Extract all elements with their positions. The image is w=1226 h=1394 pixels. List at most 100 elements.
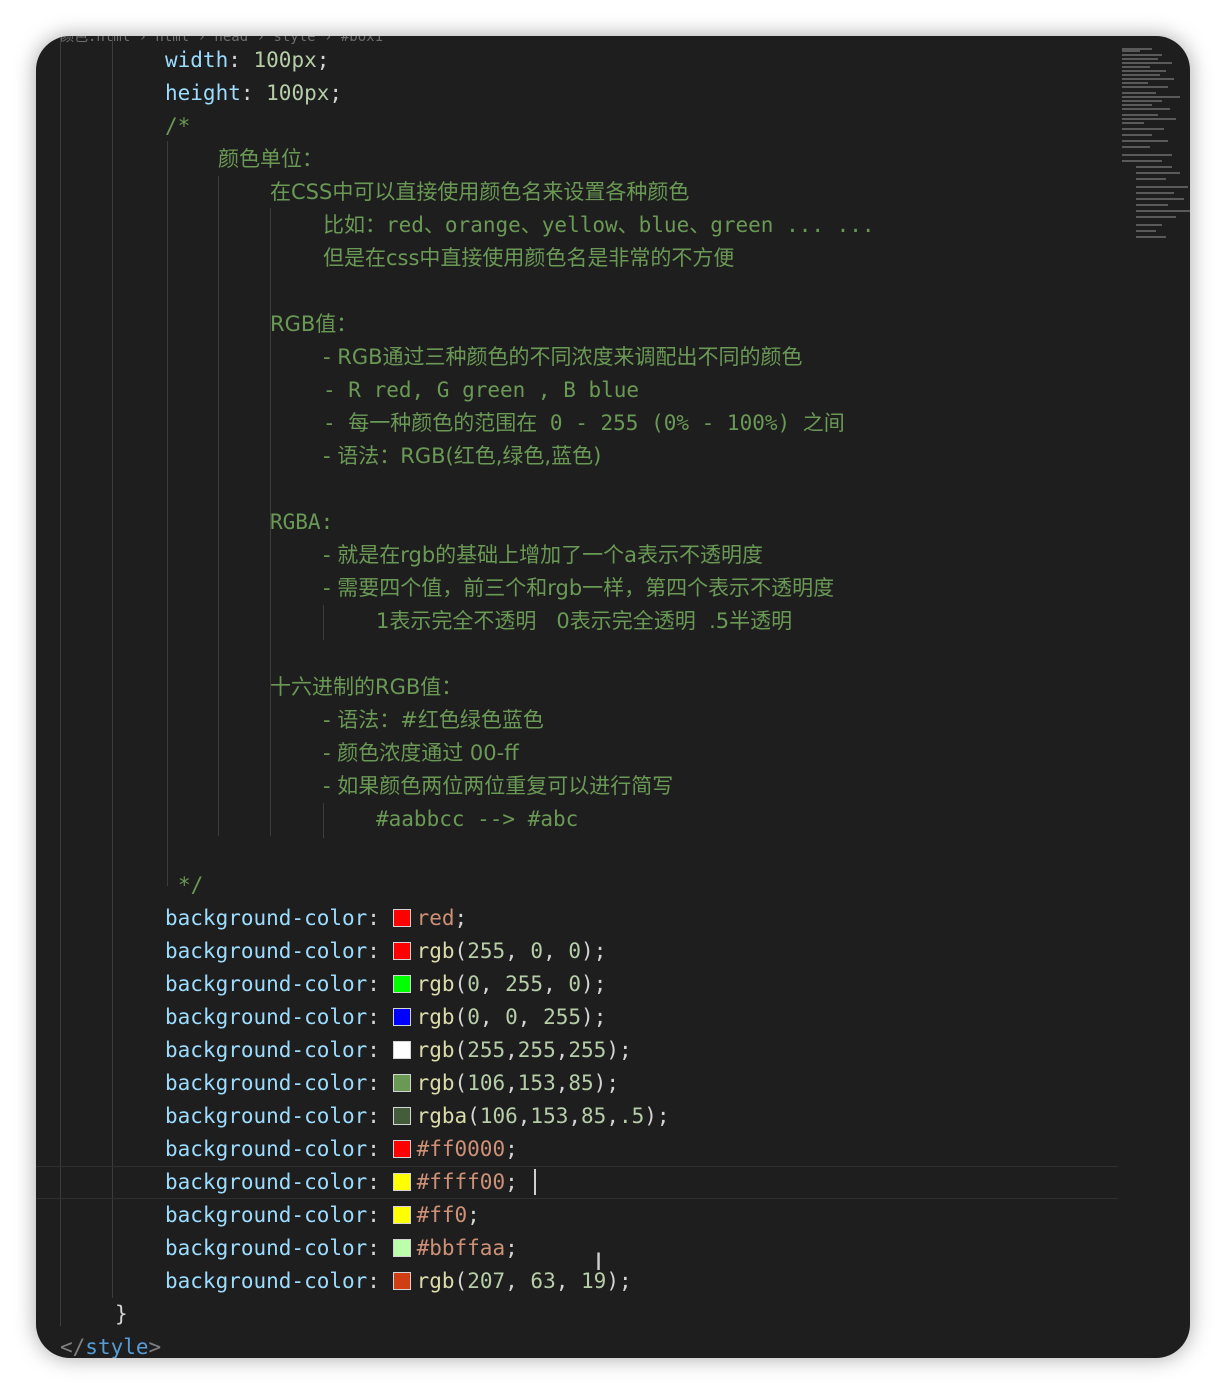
minimap-line — [1122, 100, 1162, 102]
color-swatch[interactable] — [392, 1074, 411, 1092]
color-function: rgb — [416, 939, 455, 963]
background-color-declaration: background-color: rgb(255, 0, 0); — [165, 939, 607, 963]
color-value: #bbffaa — [416, 1236, 506, 1260]
comment-line: - 就是在rgb的基础上增加了一个a表示不透明度 — [323, 543, 764, 567]
property-name: background-color — [165, 1071, 368, 1095]
background-color-declaration: background-color: #bbffaa; — [165, 1236, 518, 1260]
code-editor-window: 颜色.html › html › head › style › #box1 wi… — [36, 36, 1190, 1358]
property-name: background-color — [165, 972, 368, 996]
color-args: (0, 255, 0) — [454, 972, 594, 996]
minimap-line — [1136, 224, 1162, 226]
property-name: background-color — [165, 1104, 368, 1128]
minimap-line — [1136, 230, 1156, 232]
color-args: (106,153,85,.5) — [467, 1104, 657, 1128]
color-swatch[interactable] — [392, 1008, 411, 1026]
comment-line: - RGB通过三种颜色的不同浓度来调配出不同的颜色 — [323, 345, 803, 369]
color-swatch[interactable] — [392, 1206, 411, 1224]
minimap-line — [1122, 74, 1160, 76]
property-name: background-color — [165, 1170, 368, 1194]
color-swatch[interactable] — [392, 1107, 411, 1125]
color-function: rgb — [416, 972, 455, 996]
property-name: background-color — [165, 1269, 368, 1293]
minimap-line — [1136, 210, 1190, 212]
comment-line: 1表示完全不透明 0表示完全透明 .5半透明 — [376, 609, 793, 633]
property-name: background-color — [165, 1203, 368, 1227]
comment-line: - 语法：RGB(红色,绿色,蓝色) — [323, 444, 602, 468]
color-value: #ff0000 — [416, 1137, 506, 1161]
comment-line: - 语法：#红色绿色蓝色 — [323, 708, 544, 732]
color-swatch[interactable] — [392, 942, 411, 960]
color-value: #ff0 — [416, 1203, 468, 1227]
minimap[interactable] — [1118, 44, 1190, 244]
comment-line: 但是在css中直接使用颜色名是非常的不方便 — [323, 246, 735, 270]
minimap-line — [1122, 154, 1172, 156]
minimap-line — [1136, 166, 1172, 168]
minimap-line — [1136, 192, 1174, 194]
minimap-line — [1122, 54, 1162, 56]
minimap-line — [1136, 178, 1166, 180]
background-color-declaration: background-color: #ff0; — [165, 1203, 480, 1227]
comment-close: */ — [178, 873, 204, 897]
minimap-line — [1136, 172, 1180, 174]
property-name: background-color — [165, 1005, 368, 1029]
color-swatch[interactable] — [392, 909, 411, 927]
minimap-line — [1122, 58, 1158, 60]
minimap-line — [1122, 160, 1162, 162]
indent-guide — [60, 36, 61, 1326]
comment-open: /* — [165, 114, 191, 138]
background-color-declaration: background-color: rgb(0, 255, 0); — [165, 972, 607, 996]
minimap-line — [1122, 108, 1170, 110]
background-color-declaration: background-color: rgb(207, 63, 19); — [165, 1269, 632, 1293]
color-swatch[interactable] — [392, 1173, 411, 1191]
indent-guide — [218, 176, 219, 836]
color-swatch[interactable] — [392, 1272, 411, 1290]
color-swatch[interactable] — [392, 975, 411, 993]
background-color-declaration: background-color: #ff0000; — [165, 1137, 518, 1161]
color-value: #ffff00 — [416, 1170, 506, 1194]
color-function: rgb — [416, 1005, 455, 1029]
minimap-line — [1136, 198, 1184, 200]
color-function: rgba — [416, 1104, 468, 1128]
comment-line: - 颜色浓度通过 00-ff — [323, 741, 519, 765]
minimap-line — [1122, 122, 1144, 124]
comment-line: - R red, G green , B blue — [323, 378, 640, 402]
comment-line: 十六进制的RGB值： — [270, 675, 463, 699]
minimap-line — [1122, 104, 1152, 106]
background-color-declaration: background-color: rgba(106,153,85,.5); — [165, 1104, 670, 1128]
minimap-line — [1122, 128, 1164, 130]
minimap-line — [1122, 82, 1148, 84]
minimap-line — [1122, 114, 1158, 116]
code-line-width: width: 100px; — [165, 48, 330, 72]
minimap-line — [1136, 236, 1166, 238]
style-close-tag: </style> — [60, 1335, 162, 1358]
color-swatch[interactable] — [392, 1239, 411, 1257]
background-color-declaration: background-color: #ffff00; — [165, 1170, 518, 1194]
indent-guide — [112, 36, 113, 1298]
property-name: background-color — [165, 1137, 368, 1161]
minimap-line — [1136, 204, 1168, 206]
background-color-declaration: background-color: rgb(0, 0, 255); — [165, 1005, 607, 1029]
color-swatch[interactable] — [392, 1041, 411, 1059]
color-args: (255, 0, 0) — [454, 939, 594, 963]
color-args: (106,153,85) — [454, 1071, 607, 1095]
code-line-height: height: 100px; — [165, 81, 343, 105]
background-color-declaration: background-color: red; — [165, 906, 468, 930]
mouse-ibeam-cursor: I — [595, 1248, 603, 1276]
minimap-line — [1122, 146, 1150, 148]
comment-line: #aabbcc --> #abc — [376, 807, 579, 831]
minimap-line — [1136, 186, 1188, 188]
code-area[interactable]: width: 100px; height: 100px; /* 颜色单位： 在C… — [36, 36, 1190, 1358]
indent-guide — [167, 141, 168, 886]
minimap-line — [1122, 140, 1168, 142]
minimap-line — [1122, 86, 1168, 88]
minimap-line — [1122, 50, 1140, 52]
indent-guide — [323, 803, 324, 838]
comment-line: RGB值： — [270, 312, 358, 336]
color-function: rgb — [416, 1038, 455, 1062]
minimap-line — [1122, 66, 1150, 68]
comment-line: - 如果颜色两位两位重复可以进行简写 — [323, 774, 674, 798]
color-swatch[interactable] — [392, 1140, 411, 1158]
minimap-line — [1122, 96, 1180, 98]
minimap-line — [1122, 70, 1166, 72]
minimap-line — [1122, 62, 1172, 64]
